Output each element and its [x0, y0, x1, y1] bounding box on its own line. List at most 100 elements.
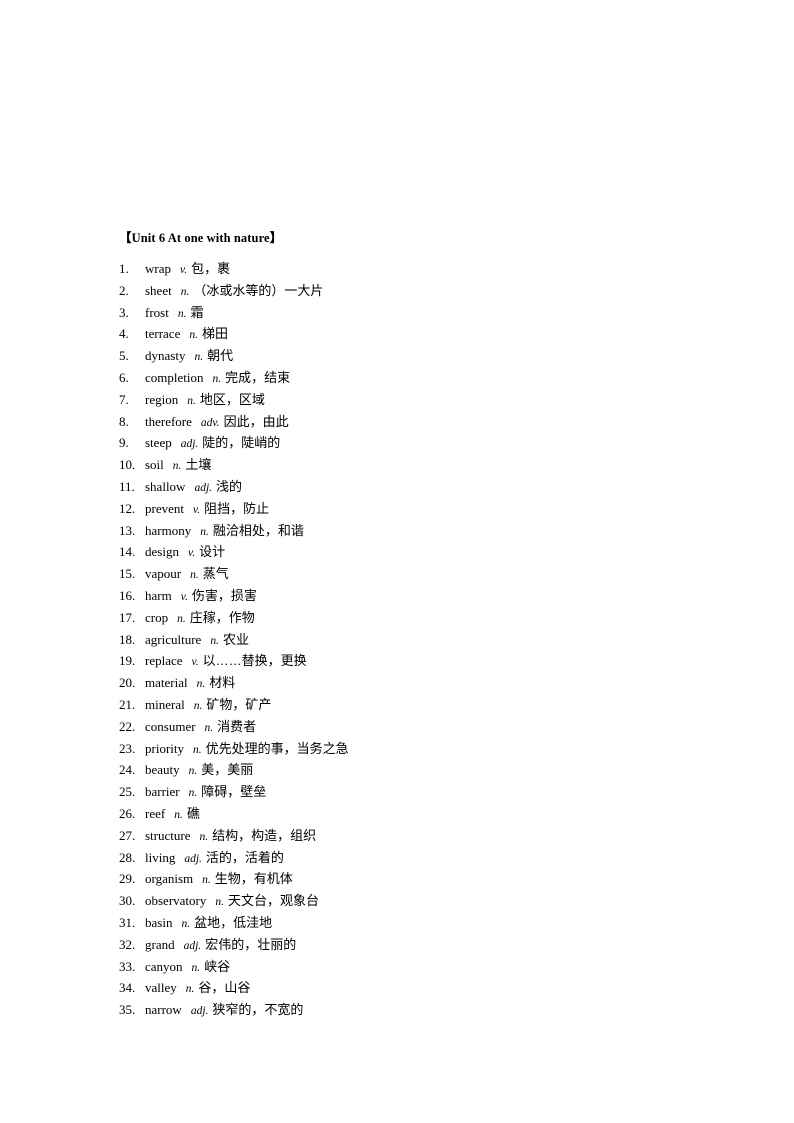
entry-definition: 梯田 [201, 326, 228, 342]
entry-word: observatory [145, 893, 207, 909]
entry-part-of-speech: n. [196, 678, 206, 691]
entry-number: 13. [119, 522, 136, 538]
entry-definition: 浅的 [216, 478, 243, 494]
entry-word: harm [145, 587, 172, 603]
entry-definition: 农业 [222, 631, 249, 647]
entry-number: 35. [119, 1002, 136, 1018]
vocabulary-entry: 9. steep adj. 陡的，陡峭的 [119, 432, 719, 454]
vocabulary-entry: 22. consumer n. 消费者 [119, 716, 719, 738]
entry-part-of-speech: adj. [184, 852, 202, 865]
vocabulary-entry: 31. basin n. 盆地，低洼地 [119, 912, 719, 934]
entry-definition: 霜 [190, 304, 204, 320]
entry-definition: 朝代 [207, 348, 234, 364]
entry-part-of-speech: n. [194, 351, 204, 364]
entry-word: harmony [145, 522, 192, 538]
entry-word: valley [145, 980, 177, 996]
entry-definition: （冰或水等的）一大片 [193, 282, 324, 298]
vocabulary-entry: 6. completion n. 完成，结束 [119, 367, 719, 389]
vocabulary-entry: 26. reef n. 礁 [119, 803, 719, 825]
entry-part-of-speech: v. [192, 503, 201, 516]
entry-number: 14. [119, 544, 136, 560]
vocabulary-list: 1. wrap v. 包，裹 2. sheet n. （冰或水等的）一大片 3. frost n. 霜… [119, 258, 719, 1021]
entry-definition: 谷，山谷 [198, 980, 251, 996]
entry-part-of-speech: n. [193, 743, 202, 756]
entry-definition: 盆地，低洼地 [194, 914, 273, 930]
entry-number: 9. [119, 435, 129, 451]
entry-word: vapour [145, 566, 182, 582]
entry-definition: 蒸气 [202, 566, 229, 582]
entry-definition: 生物，有机体 [214, 871, 293, 887]
entry-word: basin [145, 914, 173, 930]
entry-word: organism [145, 871, 194, 887]
vocabulary-entry: 7. region n. 地区，区域 [119, 389, 719, 411]
entry-word: priority [145, 740, 184, 756]
entry-part-of-speech: n. [212, 372, 222, 385]
entry-word: region [145, 391, 179, 407]
vocabulary-entry: 28. living adj. 活的，活着的 [119, 847, 719, 869]
entry-definition: 庄稼，作物 [189, 609, 255, 625]
entry-word: shallow [145, 478, 186, 494]
entry-number: 8. [119, 413, 129, 429]
entry-number: 23. [119, 740, 136, 756]
entry-definition: 结构，构造，组织 [212, 827, 317, 843]
vocabulary-entry: 15. vapour n. 蒸气 [119, 563, 719, 585]
vocabulary-entry: 24. beauty n. 美，美丽 [119, 759, 719, 781]
entry-number: 31. [119, 914, 136, 930]
entry-word: frost [145, 304, 169, 320]
entry-definition: 融洽相处，和谐 [212, 522, 304, 538]
entry-word: therefore [145, 413, 192, 429]
vocabulary-entry: 3. frost n. 霜 [119, 302, 719, 324]
entry-number: 15. [119, 566, 136, 582]
entry-word: beauty [145, 762, 180, 778]
entry-word: mineral [145, 696, 185, 712]
vocabulary-entry: 12. prevent v. 阻挡，防止 [119, 498, 719, 520]
entry-word: agriculture [145, 631, 202, 647]
entry-word: canyon [145, 958, 183, 974]
entry-number: 16. [119, 587, 136, 603]
vocabulary-entry: 5. dynasty n. 朝代 [119, 345, 719, 367]
entry-number: 11. [119, 478, 135, 494]
vocabulary-entry: 20. material n. 材料 [119, 672, 719, 694]
entry-part-of-speech: n. [177, 612, 186, 625]
entry-number: 33. [119, 958, 136, 974]
entry-definition: 设计 [199, 544, 226, 560]
entry-definition: 天文台，观象台 [228, 893, 320, 909]
vocabulary-entry: 8. therefore adv. 因此，由此 [119, 411, 719, 433]
entry-part-of-speech: n. [189, 329, 198, 342]
entry-number: 28. [119, 849, 136, 865]
entry-part-of-speech: n. [174, 808, 183, 821]
entry-number: 22. [119, 718, 136, 734]
entry-number: 24. [119, 762, 136, 778]
entry-definition: 狭窄的，不宽的 [212, 1002, 304, 1018]
entry-word: material [145, 675, 188, 691]
entry-number: 17. [119, 609, 136, 625]
entry-definition: 优先处理的事，当务之急 [205, 740, 349, 756]
entry-number: 3. [119, 304, 129, 320]
entry-part-of-speech: n. [199, 830, 209, 843]
entry-part-of-speech: n. [190, 569, 199, 582]
entry-definition: 伤害，损害 [191, 587, 257, 603]
entry-part-of-speech: n. [172, 460, 182, 473]
entry-part-of-speech: n. [177, 307, 187, 320]
entry-word: narrow [145, 1002, 182, 1018]
entry-word: consumer [145, 718, 196, 734]
entry-word: living [145, 849, 176, 865]
entry-definition: 材料 [209, 675, 236, 691]
vocabulary-entry: 32. grand adj. 宏伟的，壮丽的 [119, 934, 719, 956]
document-content: 【Unit 6 At one with nature】 1. wrap v. 包，裹 2… [119, 230, 719, 1021]
vocabulary-entry: 1. wrap v. 包，裹 [119, 258, 719, 280]
vocabulary-entry: 27. structure n. 结构，构造，组织 [119, 825, 719, 847]
entry-definition: 以……替换，更换 [202, 653, 307, 669]
vocabulary-entry: 34. valley n. 谷，山谷 [119, 977, 719, 999]
entry-definition: 阻挡，防止 [204, 500, 270, 516]
document-page: 【Unit 6 At one with nature】 1. wrap v. 包，裹 2… [0, 0, 794, 1123]
vocabulary-entry: 17. crop n. 庄稼，作物 [119, 607, 719, 629]
entry-number: 34. [119, 980, 136, 996]
vocabulary-entry: 11. shallow adj. 浅的 [119, 476, 719, 498]
entry-definition: 美，美丽 [201, 762, 254, 778]
entry-word: reef [145, 805, 166, 821]
vocabulary-entry: 21. mineral n. 矿物，矿产 [119, 694, 719, 716]
entry-definition: 障碍，壁垒 [201, 784, 267, 800]
entry-part-of-speech: n. [191, 961, 201, 974]
vocabulary-entry: 35. narrow adj. 狭窄的，不宽的 [119, 999, 719, 1021]
